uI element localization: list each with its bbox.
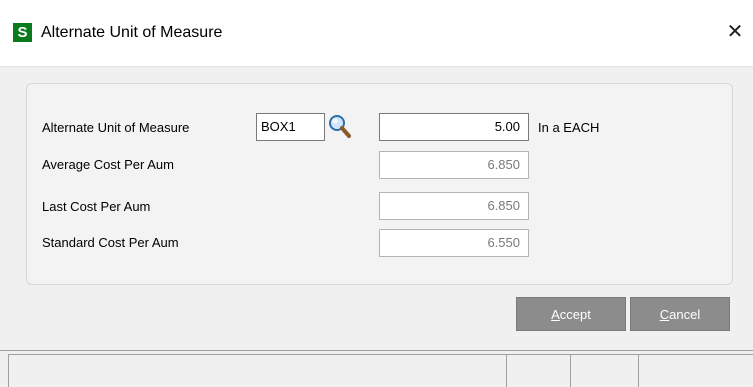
last-cost-label: Last Cost Per Aum: [42, 199, 151, 214]
cancel-button[interactable]: Cancel: [630, 297, 730, 331]
standard-cost-field: 6.550: [379, 229, 529, 257]
close-button[interactable]: ✕: [717, 14, 753, 50]
aum-label: Alternate Unit of Measure: [42, 120, 190, 135]
average-cost-label: Average Cost Per Aum: [42, 157, 174, 172]
window-title: Alternate Unit of Measure: [41, 24, 223, 41]
status-bar: [0, 350, 753, 387]
accept-accelerator: A: [551, 307, 560, 322]
status-panel-3: [570, 354, 638, 387]
aum-code-field[interactable]: BOX1: [256, 113, 325, 141]
status-panel-4: [638, 354, 753, 387]
standard-cost-label: Standard Cost Per Aum: [42, 235, 179, 250]
accept-button[interactable]: Accept: [516, 297, 626, 331]
unit-of-measure-text: In a EACH: [538, 120, 600, 135]
status-panel-main: [8, 354, 506, 387]
last-cost-field: 6.850: [379, 192, 529, 220]
cancel-label: ancel: [669, 307, 701, 322]
lookup-magnifier-icon[interactable]: [328, 114, 352, 140]
aum-quantity-field[interactable]: 5.00: [379, 113, 529, 141]
status-panel-2: [506, 354, 570, 387]
title-bar: S Alternate Unit of Measure ✕: [0, 0, 753, 67]
app-logo-icon: S: [13, 23, 32, 42]
cancel-accelerator: C: [659, 307, 670, 322]
average-cost-field: 6.850: [379, 151, 529, 179]
accept-label: ccept: [559, 307, 591, 322]
